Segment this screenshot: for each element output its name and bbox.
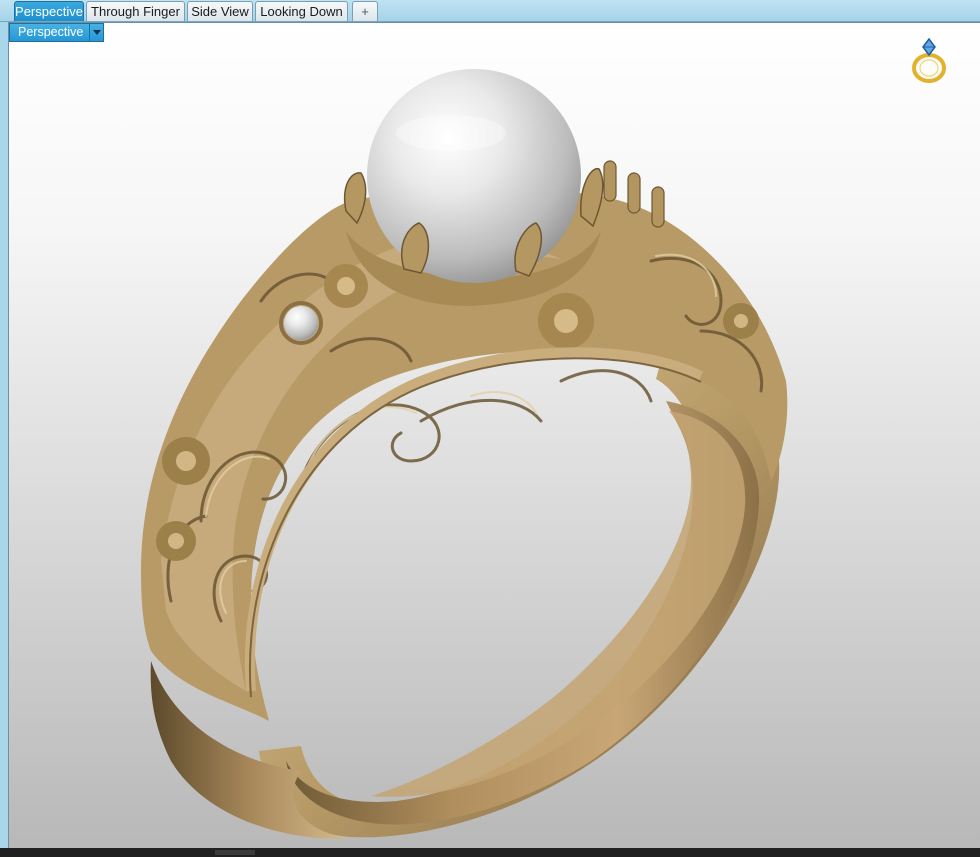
tab-label: Through Finger xyxy=(91,4,180,19)
side-stone xyxy=(284,306,318,340)
bottom-status-strip xyxy=(0,848,980,857)
tab-label: Looking Down xyxy=(260,4,343,19)
view-tab-strip: Perspective Through Finger Side View Loo… xyxy=(0,0,980,22)
status-segment xyxy=(215,850,255,855)
3d-viewport[interactable]: Perspective xyxy=(8,22,980,848)
plus-icon: + xyxy=(361,4,369,19)
ring-model-render xyxy=(141,69,788,840)
add-tab-button[interactable]: + xyxy=(352,1,378,21)
tab-side-view[interactable]: Side View xyxy=(187,1,253,21)
tab-label: Side View xyxy=(191,4,249,19)
pearl-stone xyxy=(367,69,581,283)
tab-looking-down[interactable]: Looking Down xyxy=(255,1,348,21)
tab-perspective[interactable]: Perspective xyxy=(14,1,84,21)
tab-through-finger[interactable]: Through Finger xyxy=(86,1,185,21)
tab-label: Perspective xyxy=(15,4,83,19)
